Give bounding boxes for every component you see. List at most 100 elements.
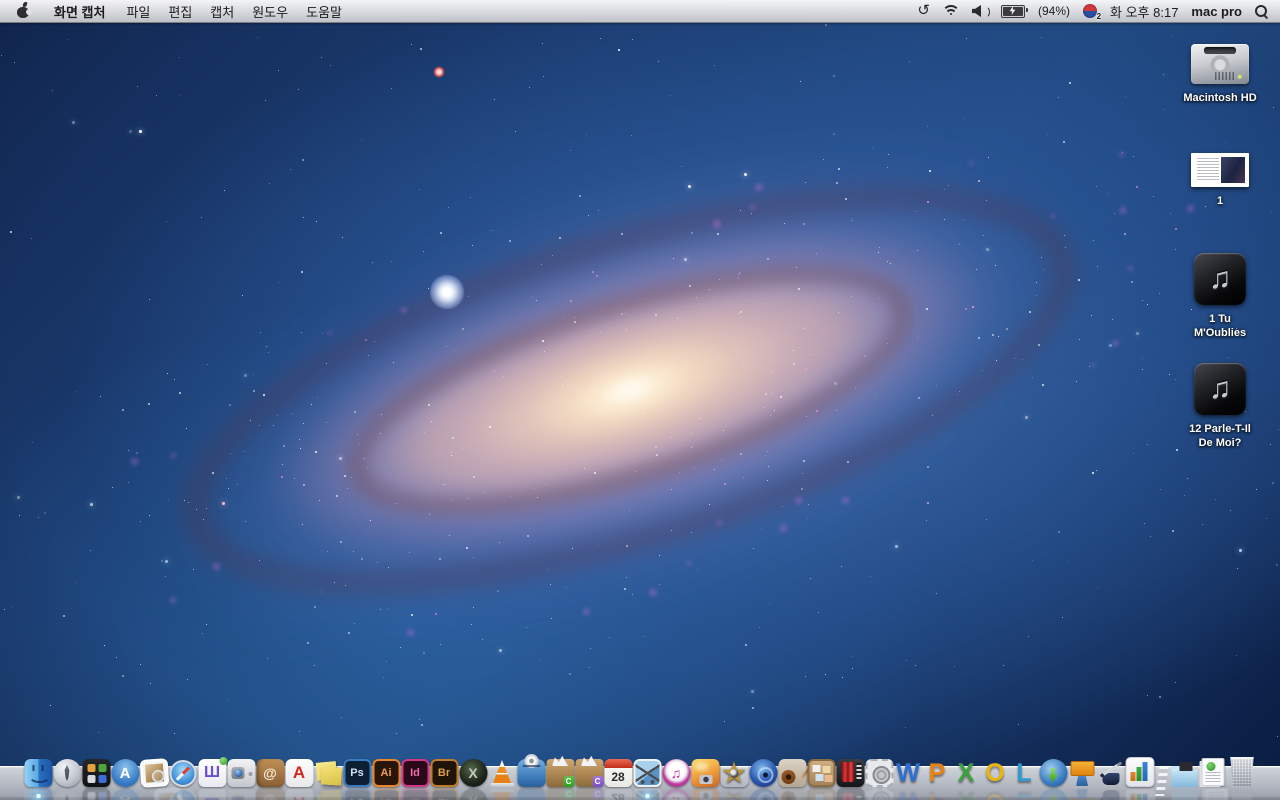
powerpoint-reflection: P	[923, 788, 951, 800]
dashboard-reflection	[82, 788, 110, 800]
dock-item-pages[interactable]	[1097, 759, 1126, 787]
dock-item-photoshop[interactable]: PsPs	[343, 759, 372, 800]
dashboard-icon	[82, 759, 110, 787]
dock-item-app-store[interactable]: AA	[111, 759, 140, 800]
dock-item-indesign[interactable]: IdId	[401, 759, 430, 800]
itunes-reflection: ♫	[662, 788, 690, 800]
dock-item-globe-download-app[interactable]	[1039, 759, 1068, 800]
menu-item-원도우[interactable]: 원도우	[243, 2, 297, 21]
dock-item-document-stack[interactable]	[1199, 758, 1228, 800]
wifi-icon[interactable]	[943, 5, 959, 17]
theater-app-icon	[836, 759, 864, 787]
dock-item-corkboard-app[interactable]	[807, 759, 836, 800]
menu-item-캡처[interactable]: 캡처	[201, 2, 243, 21]
dock-item-vlc[interactable]	[488, 759, 517, 787]
menu-item-편집[interactable]: 편집	[159, 2, 201, 21]
desktop-icon-label: 1 Tu M'Oublies	[1193, 313, 1247, 339]
dock-item-keynote[interactable]	[1068, 759, 1097, 787]
dock-item-address-book[interactable]: @@	[256, 759, 285, 800]
word-reflection: W	[894, 788, 922, 800]
app-store-icon: A	[111, 759, 139, 787]
dock-item-stuffit-expander-purple[interactable]: CC	[575, 759, 604, 800]
garageband-reflection	[778, 788, 806, 800]
battery-icon[interactable]	[1001, 4, 1028, 18]
music-note-icon: ♫	[1208, 372, 1232, 405]
outlook-icon: O	[985, 758, 1005, 787]
dock-item-launchpad[interactable]	[53, 759, 82, 800]
dock-item-stuffit-expander-green[interactable]: CC	[546, 759, 575, 800]
document-stack-reflection	[1204, 788, 1228, 800]
dock-item-hangul-web-app[interactable]: ШШ	[198, 757, 227, 800]
dock-item-illustrator[interactable]: AiAi	[372, 759, 401, 800]
dock-item-idvd[interactable]	[749, 759, 778, 800]
dock-item-finder[interactable]	[24, 759, 53, 800]
dock-item-bridge[interactable]: BrBr	[430, 759, 459, 800]
numbers-reflection	[1125, 788, 1155, 800]
dock-items: AAШШ@@AAPsPsAiAiIdIdBrBrXXCCCC2828♫♫★★WW…	[24, 754, 1257, 800]
dock-item-ical[interactable]: 28 28	[604, 759, 633, 800]
pages-icon	[1097, 759, 1125, 787]
dock-item-imovie[interactable]: ★★	[720, 757, 749, 800]
korean-input-flag-icon[interactable]: 2	[1083, 4, 1101, 21]
imovie-reflection: ★	[720, 786, 748, 800]
hangul-web-app-icon: Ш	[198, 757, 227, 787]
globe-download-app-icon	[1039, 759, 1067, 787]
address-book-reflection: @	[256, 788, 284, 800]
dock-item-lync[interactable]: LL	[1010, 759, 1039, 800]
stamp-app-icon	[865, 759, 893, 787]
stickies-reflection	[314, 788, 342, 800]
dock-item-stickies[interactable]	[314, 759, 343, 787]
facetime-icon	[227, 759, 255, 787]
desktop-icon-label: Macintosh HD	[1183, 92, 1257, 104]
xee-icon: X	[459, 759, 487, 787]
dock-item-excel[interactable]: XX	[952, 759, 981, 800]
music-note-icon: ♫	[1208, 262, 1232, 295]
stuffit-expander-green-icon: C	[546, 759, 574, 787]
dock-item-trash[interactable]	[1228, 757, 1257, 787]
dock-item-facetime[interactable]	[227, 759, 256, 800]
dock-item-xee[interactable]: XX	[459, 759, 488, 800]
dock-item-safari[interactable]	[169, 759, 198, 800]
andromeda-galaxy-art	[0, 0, 1280, 800]
dock-item-itunes[interactable]: ♫♫	[662, 759, 691, 800]
desktop-icon-screenshot-file-1[interactable]: 1	[1160, 153, 1280, 208]
dock-item-garageband[interactable]	[778, 759, 807, 800]
dock-item-documents-folder[interactable]	[1170, 759, 1199, 800]
dock-item-word[interactable]: WW	[894, 758, 923, 800]
desktop-icon-audio-file-parle-t-il-de-moi[interactable]: ♫ 12 Parle-T-Il De Moi?	[1160, 363, 1280, 450]
menu-bar-left: 화면 캡처 파일 편집 캡처 원도우 도움말	[0, 0, 351, 22]
menu-bar-clock[interactable]: 화 오후 8:17	[1110, 2, 1178, 21]
desktop-icon-macintosh-hd[interactable]: Macintosh HD	[1160, 30, 1280, 105]
apple-menu[interactable]	[17, 1, 32, 18]
menu-bar-status: ↺ (94%) 2 화 오후 8:17 mac pro	[917, 0, 1280, 22]
dock-item-theater-app[interactable]	[836, 759, 865, 800]
document-stack-icon	[1201, 758, 1225, 786]
word-icon: W	[896, 758, 920, 787]
dock-item-numbers[interactable]	[1125, 757, 1155, 800]
dock-item-dashboard[interactable]	[82, 759, 111, 800]
dock-item-toast[interactable]	[517, 754, 546, 800]
dock-item-outlook[interactable]: OO	[981, 758, 1010, 800]
desktop-icon-audio-file-tu-moublies[interactable]: ♫ 1 Tu M'Oublies	[1160, 253, 1280, 340]
menu-item-파일[interactable]: 파일	[117, 2, 159, 21]
grab-icon	[633, 759, 661, 787]
menu-item-도움말[interactable]: 도움말	[297, 2, 351, 21]
stuffit-expander-purple-reflection: C	[575, 788, 603, 800]
dock-item-stamp-app[interactable]	[865, 759, 894, 800]
active-app-menu[interactable]: 화면 캡처	[48, 2, 111, 21]
dock-item-powerpoint[interactable]: PP	[923, 759, 952, 800]
dock-item-preview[interactable]	[139, 758, 183, 800]
dock-item-iphoto[interactable]	[691, 759, 720, 800]
volume-icon[interactable]	[972, 5, 990, 18]
illustrator-icon: Ai	[372, 759, 400, 787]
dock-item-adobe-reader[interactable]: AA	[285, 759, 314, 800]
documents-folder-reflection	[1170, 788, 1198, 800]
excel-reflection: X	[952, 788, 980, 800]
dock-item-grab[interactable]	[633, 759, 662, 800]
spotlight-icon[interactable]	[1255, 4, 1268, 18]
time-machine-icon[interactable]: ↺	[917, 3, 930, 18]
menu-bar-username[interactable]: mac pro	[1191, 4, 1242, 19]
iphoto-reflection	[691, 788, 719, 800]
red-star	[433, 66, 445, 78]
bridge-reflection: Br	[430, 788, 458, 800]
